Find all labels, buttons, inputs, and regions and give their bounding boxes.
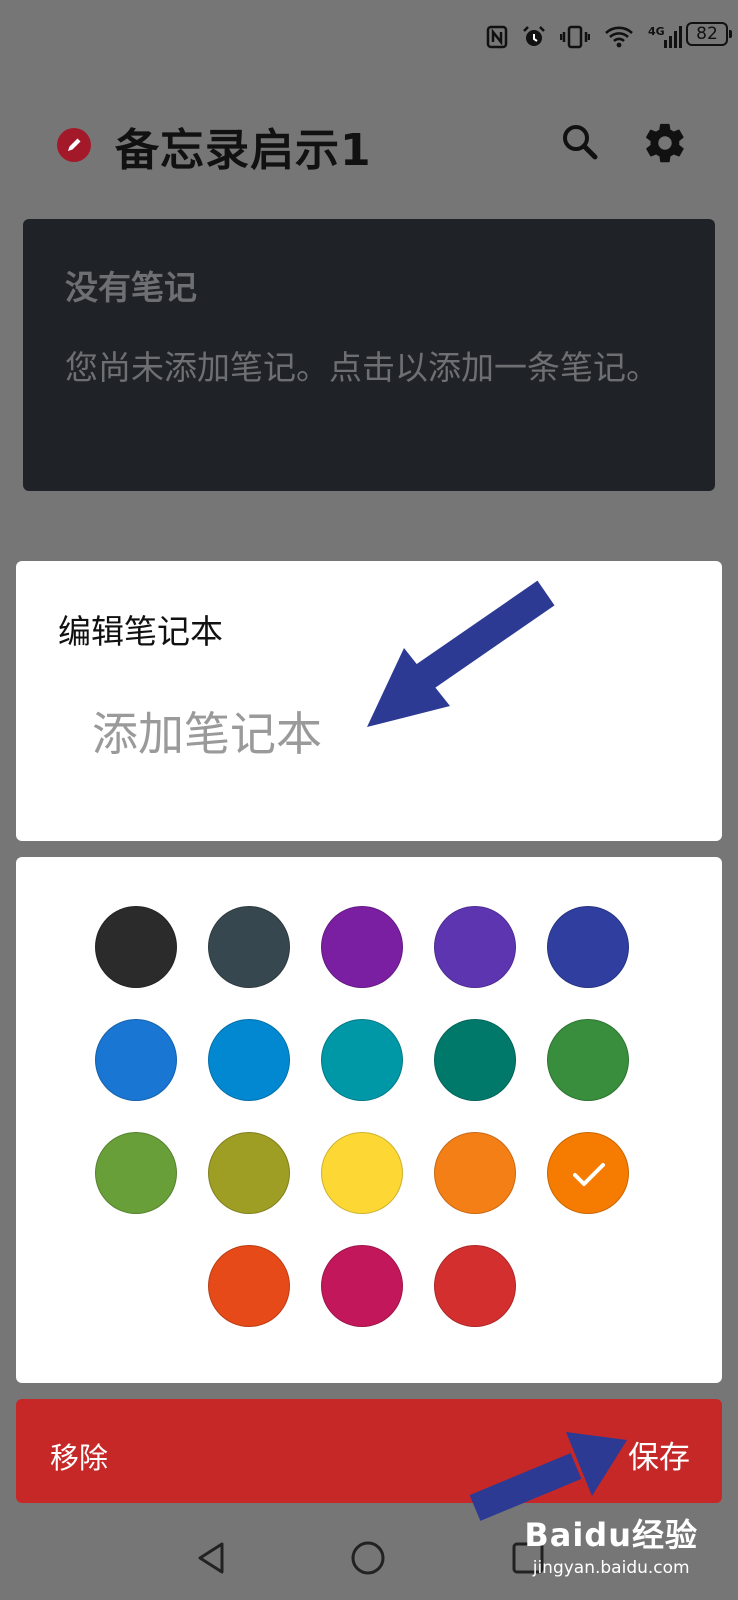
pencil-icon (68, 138, 81, 151)
color-swatch[interactable] (208, 906, 290, 988)
color-swatch[interactable] (208, 1019, 290, 1101)
color-swatch[interactable] (547, 1019, 629, 1101)
color-swatch[interactable] (434, 906, 516, 988)
nav-back-icon[interactable] (192, 1538, 232, 1578)
save-button[interactable]: 保存 (628, 1432, 690, 1477)
battery-indicator: 82 (686, 22, 732, 46)
vibrate-icon (560, 25, 590, 49)
search-icon (563, 125, 598, 160)
color-swatch[interactable] (547, 906, 629, 988)
alarm-icon (523, 26, 545, 46)
check-icon (573, 1163, 605, 1186)
dialog-action-bar: 移除 保存 (16, 1399, 722, 1503)
color-swatch[interactable] (95, 1019, 177, 1101)
edit-notebook-dialog: 编辑笔记本 (16, 561, 722, 841)
color-swatch[interactable] (321, 1132, 403, 1214)
signal-4g-icon: 4G (648, 25, 682, 48)
color-swatch[interactable] (434, 1019, 516, 1101)
empty-title: 没有笔记 (65, 268, 197, 307)
page-title: 备忘录启示1 (115, 125, 372, 176)
empty-description: 您尚未添加笔记。点击以添加一条笔记。 (65, 348, 659, 387)
color-swatch[interactable] (547, 1132, 629, 1214)
gear-icon (646, 123, 684, 163)
color-swatch[interactable] (208, 1132, 290, 1214)
settings-button[interactable] (642, 120, 688, 166)
svg-text:4G: 4G (648, 25, 665, 38)
watermark-url: jingyan.baidu.com (532, 1558, 690, 1578)
search-button[interactable] (558, 120, 602, 164)
color-swatch[interactable] (95, 906, 177, 988)
color-palette (16, 857, 722, 1383)
color-swatch[interactable] (434, 1245, 516, 1327)
color-swatch[interactable] (321, 1245, 403, 1327)
color-swatch[interactable] (321, 906, 403, 988)
color-swatch[interactable] (321, 1019, 403, 1101)
watermark-brand: Baidu经验 (524, 1516, 698, 1554)
empty-notes-card[interactable]: 没有笔记 您尚未添加笔记。点击以添加一条笔记。 (23, 219, 715, 491)
nav-home-icon[interactable] (348, 1538, 388, 1578)
dialog-title: 编辑笔记本 (58, 612, 223, 651)
wifi-icon (605, 26, 633, 48)
baidu-watermark: Baidu经验 jingyan.baidu.com (524, 1510, 698, 1578)
app-logo (57, 128, 91, 162)
color-swatch[interactable] (95, 1132, 177, 1214)
color-swatch[interactable] (434, 1132, 516, 1214)
notebook-name-input[interactable] (92, 699, 652, 769)
nfc-icon (486, 25, 508, 49)
remove-button[interactable]: 移除 (50, 1435, 108, 1477)
color-swatch[interactable] (208, 1245, 290, 1327)
status-bar: 4G 82 (0, 0, 738, 70)
status-icons: 4G (486, 22, 682, 52)
